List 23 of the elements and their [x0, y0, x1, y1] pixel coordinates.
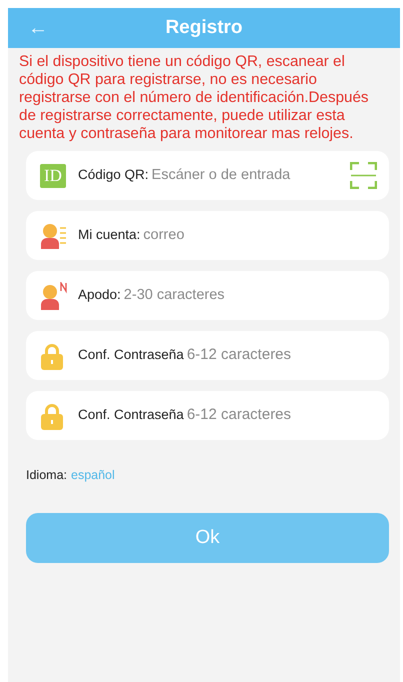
form-field[interactable]: Conf. Contraseña 6-12 caracteres — [26, 331, 389, 380]
input-field[interactable]: correo — [140, 224, 377, 246]
lock-icon — [40, 402, 64, 430]
form-field[interactable]: ID Código QR: Escáner o de entrada — [26, 151, 389, 200]
form-field[interactable]: Mi cuenta: correo — [26, 211, 389, 260]
input-field[interactable]: 6-12 caracteres — [184, 344, 377, 367]
lock-icon — [40, 342, 64, 370]
field-label: Código QR: — [78, 166, 149, 184]
input-field[interactable]: 6-12 caracteres — [184, 404, 377, 427]
form-field[interactable]: Apodo: 2-30 caracteres — [26, 271, 389, 320]
scan-icon[interactable] — [350, 162, 377, 189]
field-label: Mi cuenta: — [78, 226, 140, 244]
form-field[interactable]: Conf. Contraseña 6-12 caracteres — [26, 391, 389, 440]
language-label: Idioma: — [26, 467, 67, 484]
page-title: Registro — [165, 17, 243, 38]
input-field[interactable]: Escáner o de entrada — [148, 164, 350, 186]
field-label: Conf. Contraseña — [78, 346, 184, 364]
field-label: Conf. Contraseña — [78, 406, 184, 424]
input-field[interactable]: 2-30 caracteres — [120, 284, 377, 306]
notice-text: Si el dispositivo tiene un código QR, escanear el código QR para registrarse, no es necesario registrarse con el número de identificación.Después de registrarse correctamente, puede utilizar esta cuenta y contraseña para monitorear mas relojes. — [18, 52, 370, 143]
user-list-icon — [40, 222, 68, 250]
field-label: Apodo: — [78, 286, 121, 304]
id-badge: ID — [40, 164, 66, 188]
